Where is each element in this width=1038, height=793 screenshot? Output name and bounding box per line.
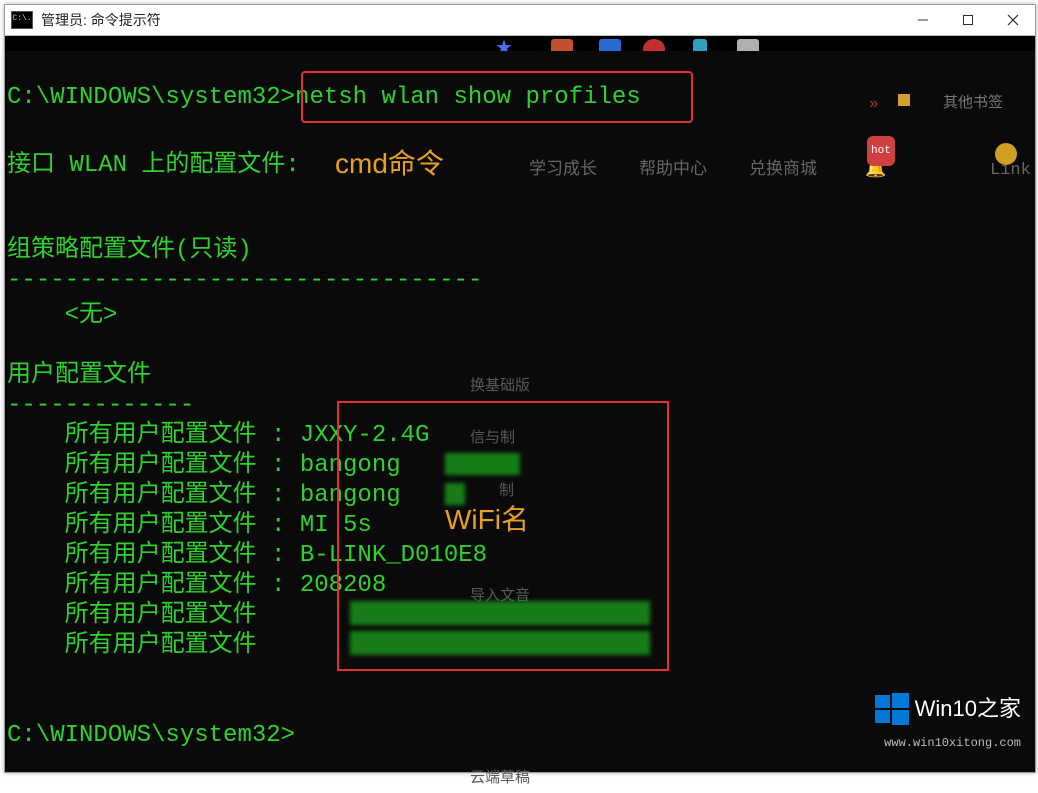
window-controls	[900, 5, 1035, 35]
prompt-command: netsh wlan show profiles	[295, 84, 641, 111]
prompt-path: C:\WINDOWS\system32>	[7, 84, 295, 111]
user-divider: -------------	[7, 391, 194, 421]
close-button[interactable]	[990, 5, 1035, 35]
profile-row: 所有用户配置文件 : bangong	[7, 451, 401, 481]
cmd-icon: C:\.	[11, 11, 33, 29]
ghost-nav-item: 兑换商城	[749, 156, 817, 186]
profile-row: 所有用户配置文件	[7, 601, 257, 631]
profile-row: 所有用户配置文件 : JXXY-2.4G	[7, 421, 429, 451]
titlebar[interactable]: C:\. 管理员: 命令提示符	[5, 5, 1035, 36]
censor-block	[350, 631, 650, 655]
profile-row: 所有用户配置文件	[7, 631, 257, 661]
ghost-arrow: »	[869, 89, 879, 119]
annotation-cmd-label: cmd命令	[335, 149, 444, 179]
ghost-panel-item: 信与制	[470, 423, 515, 453]
ghost-nav-item: 帮助中心	[639, 156, 707, 186]
profile-row: 所有用户配置文件 : MI 5s	[7, 511, 372, 541]
censor-block	[350, 601, 650, 625]
titlebar-text: 管理员: 命令提示符	[41, 10, 161, 30]
ghost-avatar-icon	[995, 143, 1017, 165]
profile-row: 所有用户配置文件 : 208208	[7, 571, 386, 601]
gpo-none: <无>	[7, 301, 117, 331]
windows-logo-icon	[875, 692, 909, 726]
ghost-hot-badge: hot	[867, 136, 895, 166]
console-body[interactable]: 学习成长 帮助中心 兑换商城 🔔 Link hot » 其他书签 C:\WIND…	[5, 51, 1035, 772]
ghost-nav-item: 学习成长	[529, 156, 597, 186]
ghost-folder-icon	[898, 94, 910, 106]
ghost-panel-item: 制	[499, 476, 514, 506]
censor-block	[445, 453, 520, 475]
watermark-title: Win10之家	[915, 694, 1021, 724]
section-user-header: 用户配置文件	[7, 361, 151, 391]
gpo-divider: ---------------------------------	[7, 266, 482, 296]
prompt-path-2: C:\WINDOWS\system32>	[7, 721, 295, 751]
ghost-panel-item: 云端草稿	[470, 763, 530, 793]
profile-row: 所有用户配置文件 : B-LINK_D010E8	[7, 541, 487, 571]
annotation-wifi-label: WiFi名	[445, 505, 529, 535]
section-gpo-header: 组策略配置文件(只读)	[7, 236, 252, 266]
minimize-button[interactable]	[900, 5, 945, 35]
command-prompt-window: C:\. 管理员: 命令提示符 ★ 学习成长 帮助中心 兑换商城 🔔 Link	[4, 4, 1036, 773]
watermark-url: www.win10xitong.com	[875, 728, 1021, 758]
watermark: Win10之家 www.win10xitong.com	[875, 692, 1021, 758]
profile-row: 所有用户配置文件 : bangong	[7, 481, 401, 511]
maximize-button[interactable]	[945, 5, 990, 35]
section-interface: 接口 WLAN 上的配置文件:	[7, 151, 300, 181]
censor-block	[445, 483, 465, 505]
ghost-other-bookmarks: 其他书签	[943, 89, 1003, 119]
ghost-panel-item: 换基础版	[470, 371, 530, 401]
